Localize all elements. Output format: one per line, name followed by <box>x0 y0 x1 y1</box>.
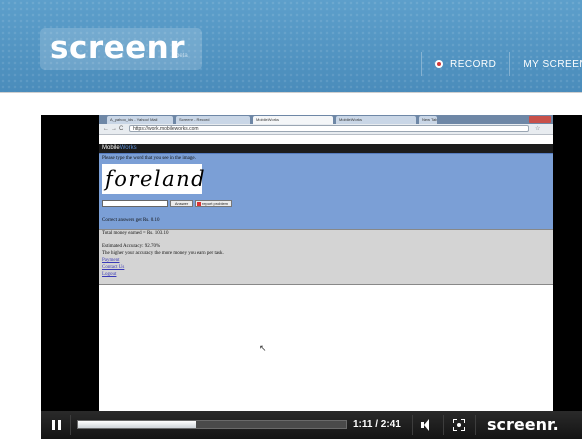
my-screencasts-label: MY SCREENC <box>523 58 582 70</box>
logo-beta-tag: beta <box>176 53 188 59</box>
browser-address-bar: ← → C https://work.mobileworks.com ☆ <box>99 124 553 135</box>
bookmark-star-icon[interactable]: ☆ <box>535 125 540 133</box>
contact-us-link[interactable]: Contact Us <box>102 265 124 271</box>
answer-input[interactable] <box>102 200 168 207</box>
time-display: 1:11 / 2:41 <box>353 419 401 430</box>
header-divider <box>0 92 582 93</box>
volume-icon[interactable] <box>421 419 433 431</box>
browser-tab[interactable]: MobileWorks <box>336 116 416 124</box>
browser-tab[interactable]: A_yahoo_ids - Yahoo! Mail <box>107 116 173 124</box>
mouse-cursor-icon: ↖ <box>259 343 267 353</box>
browser-tab-bar: A_yahoo_ids - Yahoo! Mail Screenr - Reco… <box>99 115 553 124</box>
brand-works: Works <box>119 145 137 151</box>
record-button[interactable]: RECORD <box>421 52 509 76</box>
payment-link[interactable]: Payment <box>102 258 120 264</box>
task-panel: Please type the word that you see in the… <box>99 153 553 229</box>
record-label: RECORD <box>450 58 497 70</box>
stats-panel: Total money earned = Rs. 103.10 Estimate… <box>99 229 553 285</box>
reload-icon[interactable]: C <box>119 125 123 133</box>
answer-button[interactable]: Answer <box>170 200 193 207</box>
mobileworks-brand-bar: MobileWorks <box>99 144 553 153</box>
site-header: screenr beta RECORD MY SCREENC <box>0 0 582 92</box>
divider <box>412 415 413 435</box>
player-controls: 1:11 / 2:41 screenr. <box>41 411 582 439</box>
forward-icon[interactable]: → <box>111 125 117 133</box>
report-problem-label: report problem <box>202 201 229 206</box>
captcha-word: foreland <box>105 167 207 191</box>
estimated-accuracy: Estimated Accuracy: 92.70% <box>102 244 161 249</box>
captcha-image: foreland <box>102 164 205 194</box>
report-problem-button[interactable]: report problem <box>195 200 232 207</box>
seek-progress <box>78 421 196 428</box>
logout-link[interactable]: Logout <box>102 272 116 278</box>
window-controls[interactable] <box>529 116 551 123</box>
pause-icon[interactable] <box>52 420 62 430</box>
video-frame: A_yahoo_ids - Yahoo! Mail Screenr - Reco… <box>99 115 553 416</box>
fullscreen-icon[interactable] <box>453 419 465 431</box>
total-money: Total money earned = Rs. 103.10 <box>102 231 169 236</box>
video-player[interactable]: A_yahoo_ids - Yahoo! Mail Screenr - Reco… <box>41 115 582 439</box>
divider <box>443 415 444 435</box>
divider <box>475 415 476 435</box>
browser-tab[interactable]: New Tab <box>419 116 437 124</box>
brand-mobile: Mobile <box>102 145 120 151</box>
task-prompt: Please type the word that you see in the… <box>102 156 196 161</box>
accuracy-note: The higher your accuracy the more money … <box>102 251 224 256</box>
screenr-player-logo[interactable]: screenr. <box>487 415 559 435</box>
seek-bar[interactable] <box>77 420 347 429</box>
report-flag-icon <box>197 202 201 206</box>
screenr-logo[interactable]: screenr <box>50 28 185 68</box>
browser-tab-active[interactable]: MobileWorks <box>253 116 333 124</box>
record-icon <box>435 60 443 68</box>
header-nav: RECORD MY SCREENC <box>421 52 582 76</box>
url-field[interactable]: https://work.mobileworks.com <box>129 125 529 132</box>
divider <box>70 415 71 435</box>
reward-note: Correct answers get Rs. 0.10 <box>102 218 160 223</box>
browser-tab[interactable]: Screenr - Record <box>176 116 250 124</box>
back-icon[interactable]: ← <box>103 125 109 133</box>
my-screencasts-link[interactable]: MY SCREENC <box>509 52 582 76</box>
